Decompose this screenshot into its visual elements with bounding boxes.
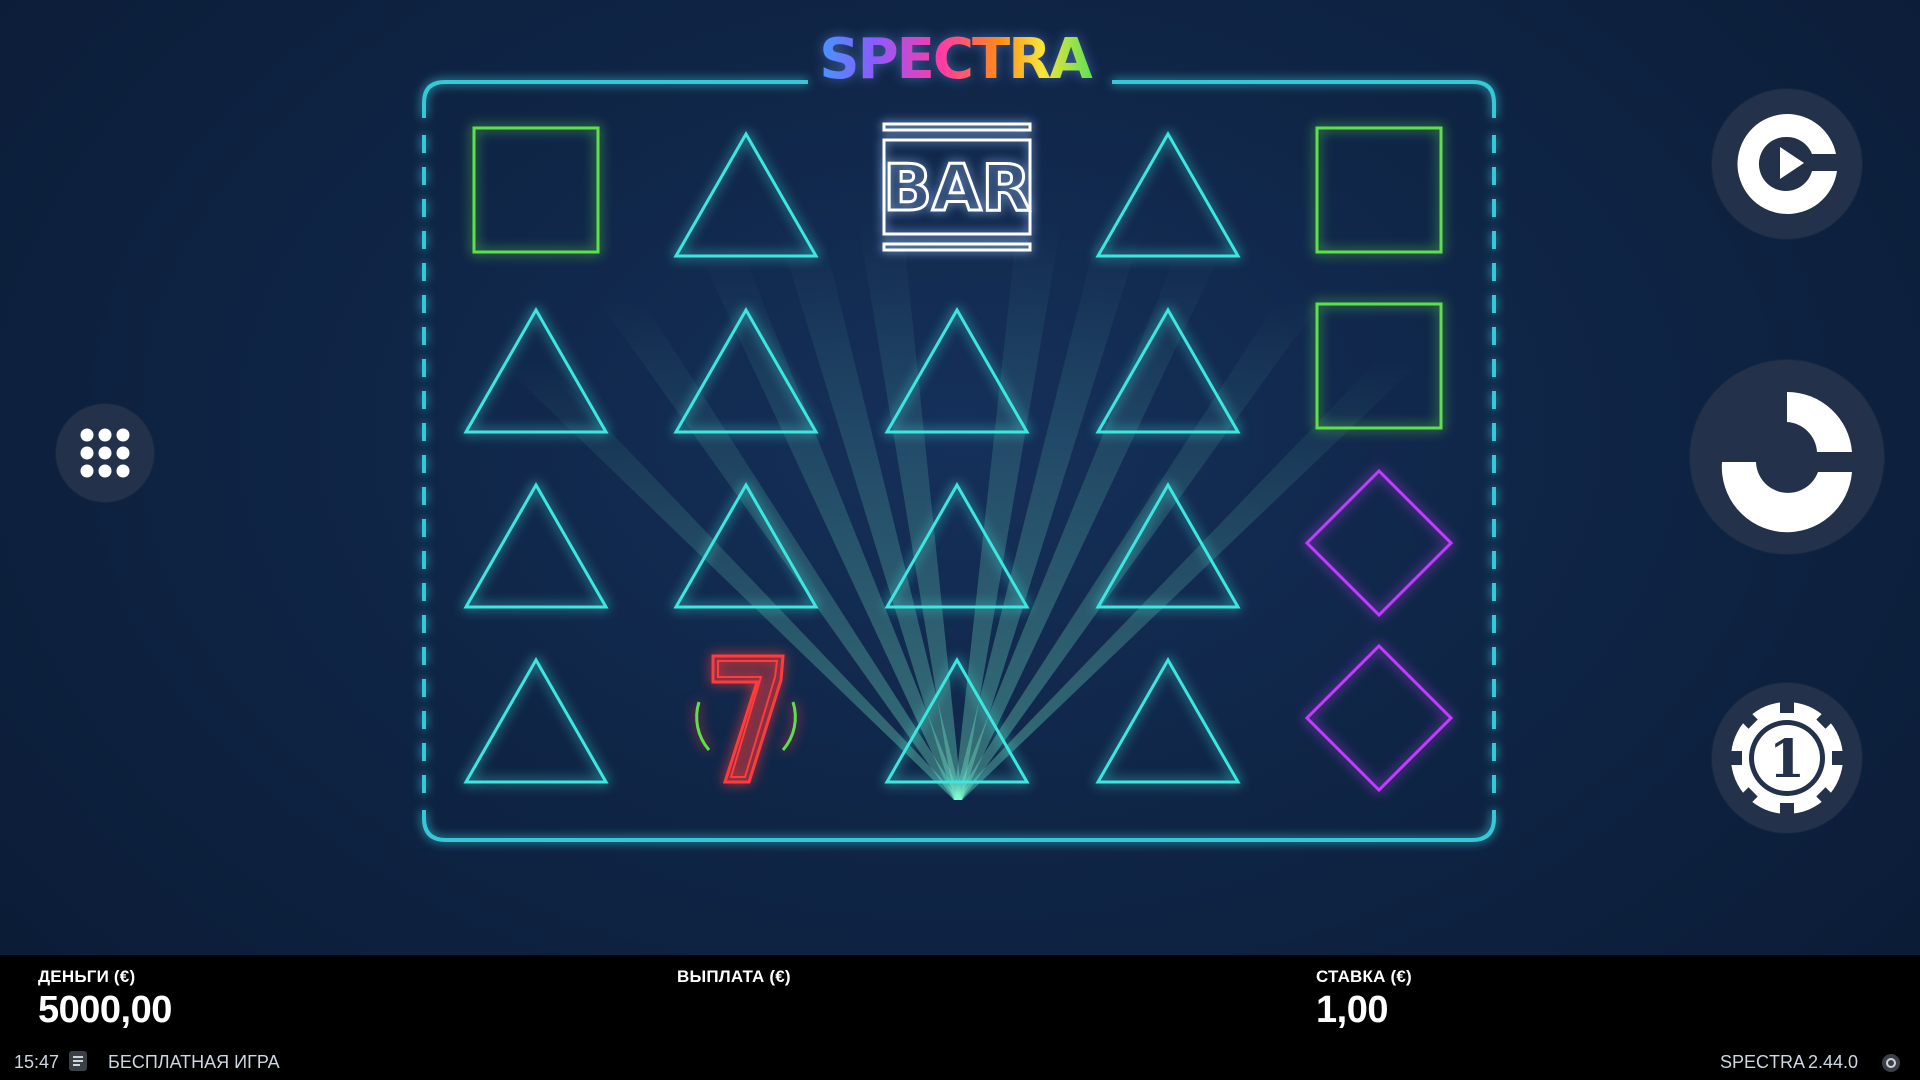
history-icon[interactable]: [68, 1050, 88, 1072]
grid-dots-icon: [80, 428, 130, 478]
reel-symbol-cyan-triangle: [872, 632, 1042, 802]
balance-label: ДЕНЬГИ (€): [38, 967, 136, 986]
reel-symbol-green-square: [451, 106, 621, 276]
balance-meter: ДЕНЬГИ (€) 5000,00: [38, 967, 172, 1032]
win-label: ВЫПЛАТА (€): [677, 967, 791, 986]
reel-symbol-cyan-triangle: [661, 106, 831, 276]
reel-symbol-cyan-triangle: [872, 457, 1042, 627]
reel-symbol-red-seven: [661, 632, 831, 802]
balance-value: 5000,00: [38, 989, 172, 1031]
bet-label: СТАВКА (€): [1316, 967, 1412, 986]
reel-symbol-cyan-triangle: [1083, 106, 1253, 276]
reel-symbol-cyan-triangle: [1083, 282, 1253, 452]
bottom-bar: ДЕНЬГИ (€) 5000,00 ВЫПЛАТА (€) СТАВКА (€…: [0, 955, 1920, 1080]
spin-icon: [1721, 391, 1852, 533]
reel-symbol-cyan-triangle: [1083, 632, 1253, 802]
bet-chip-value: 1: [1769, 729, 1805, 790]
reel-symbol-cyan-triangle: [661, 457, 831, 627]
menu-button[interactable]: [56, 404, 154, 502]
clock: 15:47: [14, 1052, 60, 1072]
coin-bet-icon: 1: [1728, 699, 1846, 817]
reel-symbol-green-square: [1294, 106, 1464, 276]
reel-symbol-cyan-triangle: [1083, 457, 1253, 627]
bet-meter[interactable]: СТАВКА (€) 1,00: [1316, 967, 1412, 1032]
reel-symbol-purple-diamond: [1294, 457, 1464, 627]
reel-symbol-cyan-triangle: [451, 457, 621, 627]
reel-symbol-green-square: [1294, 282, 1464, 452]
reel-symbol-cyan-triangle: [451, 282, 621, 452]
autoplay-button[interactable]: [1712, 89, 1862, 239]
svg-text:BAR: BAR: [883, 152, 1031, 226]
bet-value: 1,00: [1316, 989, 1388, 1031]
game-logo: SPECTRA: [810, 27, 1100, 92]
autoplay-icon: [1737, 114, 1837, 214]
bet-button[interactable]: 1: [1712, 683, 1862, 833]
reel-symbol-purple-diamond: [1294, 632, 1464, 802]
game-version: 2.44.0: [1808, 1052, 1859, 1072]
play-mode: БЕСПЛАТНАЯ ИГРА: [108, 1052, 280, 1072]
settings-icon[interactable]: [1880, 1052, 1902, 1074]
reel-symbol-cyan-triangle: [661, 282, 831, 452]
spin-button[interactable]: [1690, 360, 1884, 554]
reel-symbol-cyan-triangle: [872, 282, 1042, 452]
reel-symbol-bar: BAR: [872, 106, 1042, 276]
game-name: SPECTRA: [1720, 1052, 1806, 1072]
reel-symbol-cyan-triangle: [451, 632, 621, 802]
win-meter: ВЫПЛАТА (€): [677, 967, 791, 989]
game-area: SPECTRA BAR 1: [0, 0, 1920, 955]
